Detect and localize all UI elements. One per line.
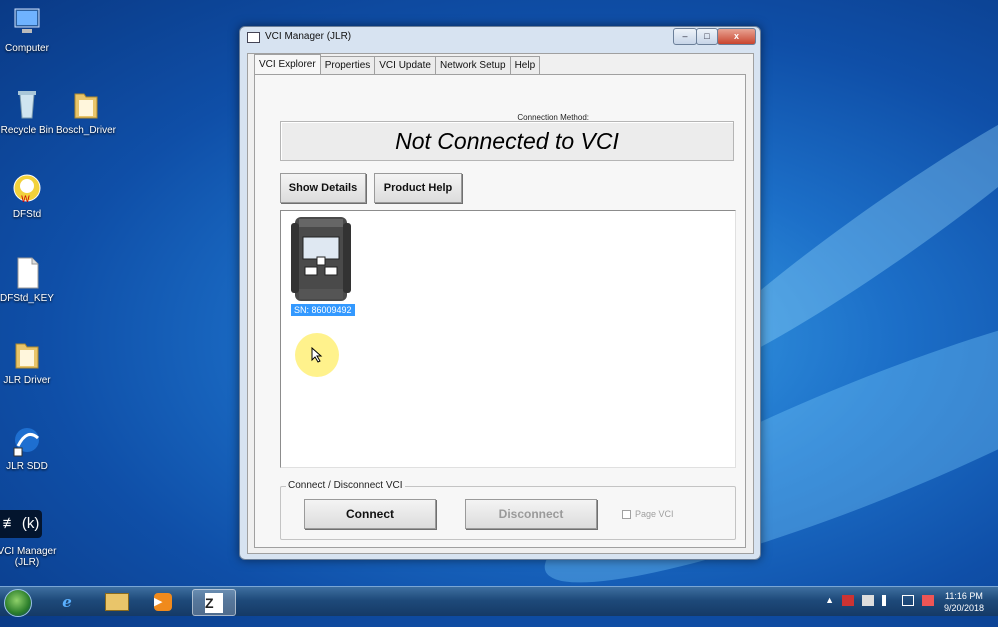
desktop-icon-dfstd-key[interactable]: DFStd_KEY — [0, 256, 59, 304]
tab-help[interactable]: Help — [509, 56, 541, 75]
maximize-button[interactable]: □ — [696, 28, 718, 45]
tab-vci-explorer[interactable]: VCI Explorer — [254, 54, 321, 76]
taskbar-clock[interactable]: 11:16 PM 9/20/2018 — [944, 590, 984, 614]
svg-text:W: W — [21, 195, 30, 205]
desktop-icon-label: VCI Manager (JLR) — [0, 546, 57, 568]
desktop-icon-label: DFStd_KEY — [0, 293, 54, 304]
tab-properties[interactable]: Properties — [319, 56, 376, 75]
recycle-bin-icon — [12, 88, 42, 122]
desktop-icon-bosch-driver[interactable]: Bosch_Driver — [54, 88, 118, 136]
tab-network-setup[interactable]: Network Setup — [434, 56, 511, 75]
desktop-icon-label: Computer — [5, 43, 49, 54]
close-button[interactable]: x — [717, 28, 756, 45]
checkbox-box — [622, 509, 631, 519]
desktop-icon-jlr-sdd[interactable]: JLR SDD — [0, 424, 59, 472]
connect-disconnect-group: Connect / Disconnect VCI Connect Disconn… — [280, 480, 736, 540]
jlr-sdd-icon — [12, 424, 42, 458]
computer-icon — [12, 6, 42, 40]
vci-device-list[interactable]: SN: 86009492 — [280, 210, 736, 468]
folder-icon — [12, 338, 42, 372]
connection-status: Not Connected to VCI — [280, 121, 734, 161]
window-app-icon — [247, 32, 260, 43]
clock-time: 11:16 PM — [945, 591, 983, 601]
system-tray: ▲ — [825, 595, 934, 606]
folder-icon — [105, 592, 129, 611]
folder-icon — [71, 88, 101, 122]
taskbar-vci-manager-button[interactable]: Z — [192, 589, 236, 616]
window-client-area: VCI Explorer Properties VCI Update Netwo… — [247, 53, 754, 554]
dfstd-app-icon: W — [12, 172, 42, 206]
vci-device-icon — [291, 217, 351, 301]
key-press-overlay: ≢ (k) — [0, 510, 42, 538]
action-center-icon[interactable] — [842, 595, 854, 606]
connect-button[interactable]: Connect — [304, 499, 436, 529]
group-legend: Connect / Disconnect VCI — [286, 480, 405, 491]
mouse-cursor-icon — [311, 347, 323, 363]
desktop-icon-computer[interactable]: Computer — [0, 6, 59, 54]
desktop-icon-label: Bosch_Driver — [55, 125, 117, 136]
start-button[interactable] — [4, 589, 32, 617]
taskbar-explorer-button[interactable] — [96, 589, 138, 614]
desktop-icon-jlr-driver[interactable]: JLR Driver — [0, 338, 59, 386]
network-icon[interactable] — [862, 595, 874, 606]
desktop-icon-recycle-bin[interactable]: Recycle Bin — [0, 88, 59, 136]
desktop-icon-label: Recycle Bin — [0, 125, 54, 136]
tray-expand-icon[interactable]: ▲ — [825, 595, 834, 606]
vci-manager-app-icon: Z — [205, 592, 223, 613]
taskbar: e ▶ Z ▲ 11:16 PM 9/20/2018 — [0, 586, 998, 617]
page-vci-checkbox[interactable]: Page VCI — [622, 509, 674, 519]
vci-manager-window: VCI Manager (JLR) – □ x VCI Explorer Pro… — [239, 26, 761, 560]
flag-icon[interactable] — [922, 595, 934, 606]
vci-explorer-panel: Connection Method: Not Connected to VCI … — [254, 74, 746, 548]
show-details-button[interactable]: Show Details — [280, 173, 366, 203]
window-title: VCI Manager (JLR) — [265, 31, 352, 42]
desktop-icon-label: JLR Driver — [3, 375, 51, 386]
desktop-icon-label: DFStd — [12, 209, 42, 220]
minimize-button[interactable]: – — [673, 28, 697, 45]
checkbox-label: Page VCI — [635, 509, 674, 519]
display-icon[interactable] — [902, 595, 914, 606]
disconnect-button[interactable]: Disconnect — [465, 499, 597, 529]
taskbar-media-player-button[interactable]: ▶ — [142, 589, 184, 614]
tab-strip: VCI Explorer Properties VCI Update Netwo… — [254, 54, 541, 76]
vci-serial-number: SN: 86009492 — [291, 304, 355, 316]
volume-icon[interactable] — [882, 595, 894, 606]
vci-device-item[interactable]: SN: 86009492 — [291, 215, 363, 316]
file-icon — [12, 256, 42, 290]
desktop-icon-dfstd[interactable]: W DFStd — [0, 172, 59, 220]
tab-vci-update[interactable]: VCI Update — [374, 56, 436, 75]
desktop-icon-label: JLR SDD — [6, 461, 48, 472]
title-bar[interactable]: VCI Manager (JLR) – □ x — [240, 27, 760, 47]
product-help-button[interactable]: Product Help — [374, 173, 462, 203]
internet-explorer-icon: e — [62, 592, 72, 611]
clock-date: 9/20/2018 — [943, 603, 984, 613]
taskbar-ie-button[interactable]: e — [46, 589, 88, 614]
media-player-icon: ▶ — [154, 592, 172, 611]
